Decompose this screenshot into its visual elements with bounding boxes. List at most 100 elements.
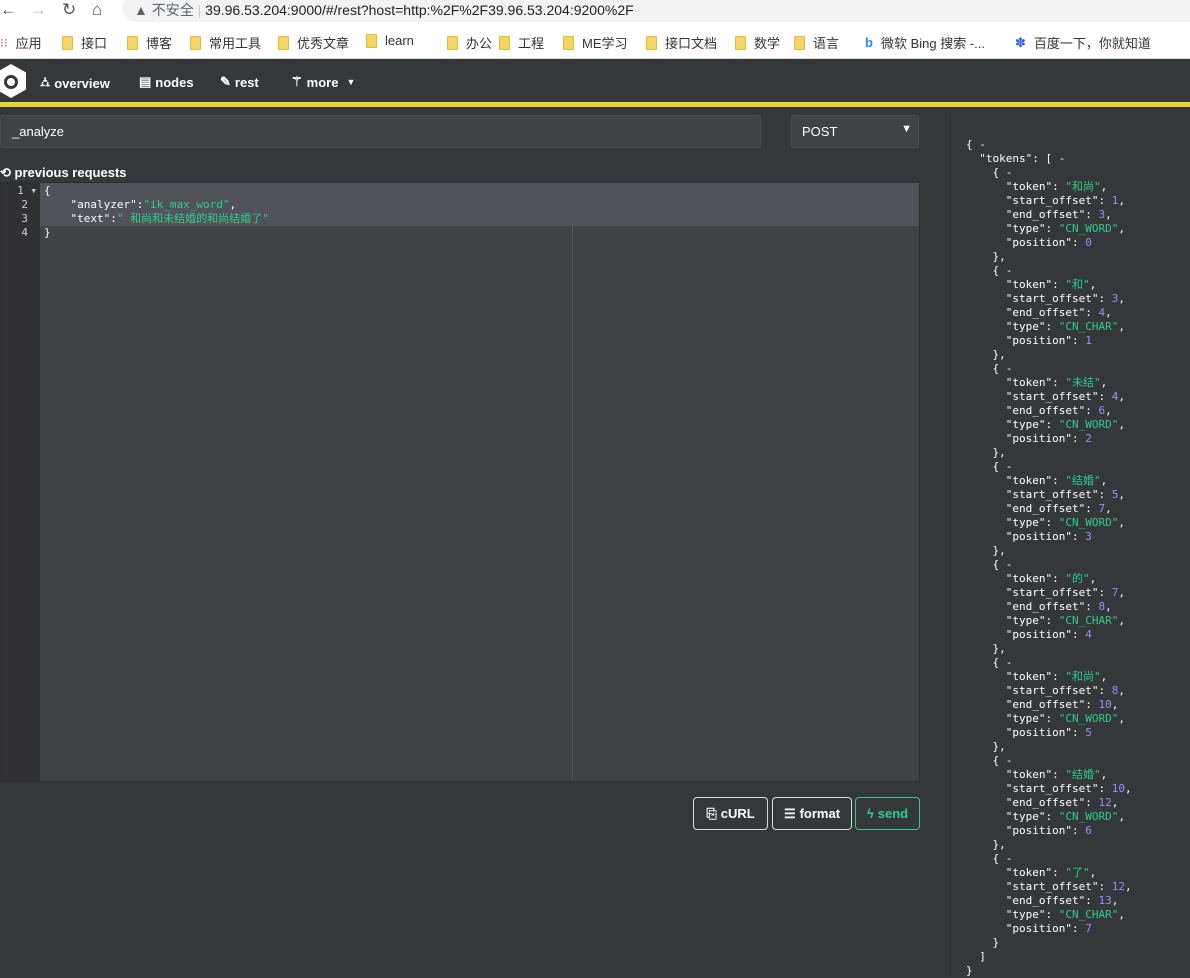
folder-icon <box>563 35 574 50</box>
nav-item-rest[interactable]: ✎ rest <box>220 74 259 90</box>
home-icon[interactable]: ⌂ <box>92 0 102 20</box>
position-value: 0 <box>1085 236 1092 249</box>
type-value: CN_WORD <box>1065 418 1112 431</box>
bookmark-label: 博客 <box>146 36 173 51</box>
json-line: "end_offset": 4, <box>966 306 1112 320</box>
bookmark-item[interactable]: 常用工具 <box>190 33 261 52</box>
reload-icon[interactable]: ↻ <box>62 0 76 20</box>
json-line: { - <box>966 460 1013 474</box>
json-text: " <box>1093 670 1101 683</box>
curl-button[interactable]: ⎘ cURL <box>693 797 768 830</box>
json-line: "type": "CN_WORD", <box>966 516 1125 530</box>
json-line: "token": "和", <box>966 278 1096 292</box>
bookmark-item[interactable]: 优秀文章 <box>278 33 349 52</box>
security-label: 不安全 <box>151 2 194 18</box>
json-line: "start_offset": 4, <box>966 390 1125 404</box>
back-icon[interactable]: ← <box>0 0 17 20</box>
bookmark-item[interactable]: 数学 <box>735 33 780 52</box>
line-number: 2 <box>21 198 28 211</box>
position-value: 6 <box>1085 824 1092 837</box>
bookmark-item[interactable]: ✽ 百度一下，你就知道 <box>1015 33 1151 52</box>
app-nav: ⛼ overview ▤ nodes ✎ rest ⚚ more ▼ <box>0 60 1190 102</box>
json-text: "start_offset": <box>1005 782 1112 795</box>
json-text: , <box>1089 278 1097 291</box>
send-button[interactable]: ϟ send <box>855 797 920 830</box>
bookmark-item[interactable]: b 微软 Bing 搜索 -... <box>865 33 985 52</box>
json-line: "start_offset": 1, <box>966 194 1125 208</box>
json-line: ] <box>966 950 986 964</box>
json-line: "end_offset": 6, <box>966 404 1112 418</box>
format-button[interactable]: ☰ format <box>772 797 852 830</box>
json-text: , <box>1124 782 1132 795</box>
json-line: "end_offset": 7, <box>966 502 1112 516</box>
nav-item-overview[interactable]: ⛼ overview <box>40 74 110 92</box>
json-text: "start_offset": <box>1005 586 1112 599</box>
token-value: 结婚 <box>1071 768 1094 781</box>
json-line: "type": "CN_WORD", <box>966 418 1125 432</box>
json-line: "token": "和尚", <box>966 670 1107 684</box>
json-line: } <box>966 964 973 978</box>
json-line: }, <box>966 250 1006 264</box>
address-bar[interactable]: ▲ 不安全 | 39.96.53.204:9000/#/rest?host=ht… <box>122 0 1190 22</box>
bookmark-item[interactable]: 工程 <box>499 33 544 52</box>
json-text: " <box>1082 572 1090 585</box>
json-text: " <box>1065 376 1072 389</box>
print-margin <box>572 226 573 781</box>
bookmark-label: 办公 <box>466 36 493 51</box>
position-value: 5 <box>1085 726 1092 739</box>
json-line: "end_offset": 8, <box>966 600 1112 614</box>
json-text: { - <box>992 558 1013 571</box>
path-input[interactable]: _analyze <box>0 115 761 148</box>
caret-down-icon: ▼ <box>346 77 356 87</box>
forward-icon[interactable]: → <box>30 0 47 20</box>
json-line: { - <box>966 166 1013 180</box>
type-value: CN_CHAR <box>1065 320 1112 333</box>
request-body-editor[interactable]: 1 ▾ 2 3 4 { "analyzer":"ik_max_word", "text… <box>0 182 920 782</box>
nav-item-nodes[interactable]: ▤ nodes <box>139 74 194 90</box>
type-value: CN_WORD <box>1065 712 1112 725</box>
bookmark-item[interactable]: ⁝⁝ 应用 <box>0 33 42 52</box>
json-line: "position": 0 <box>966 236 1092 250</box>
json-text: "end_offset": <box>1005 208 1099 221</box>
json-text: " <box>1093 768 1101 781</box>
json-text: " <box>1065 866 1072 879</box>
json-text: " <box>1065 278 1072 291</box>
bookmark-label: 微软 Bing 搜索 -... <box>880 36 985 51</box>
bookmark-item[interactable]: 办公 <box>447 33 492 52</box>
json-line: "start_offset": 7, <box>966 586 1125 600</box>
bookmark-item[interactable]: learn <box>366 33 414 48</box>
bookmark-item[interactable]: 博客 <box>127 33 172 52</box>
json-line: "token": "未结", <box>966 376 1107 390</box>
method-select[interactable]: POST ▼ <box>791 115 919 148</box>
nav-item-more[interactable]: ⚚ more ▼ <box>291 74 355 90</box>
token-value: 未结 <box>1071 376 1094 389</box>
code-punct: , <box>229 198 237 211</box>
json-text: , <box>1118 488 1125 501</box>
json-text: "type": <box>1005 712 1059 725</box>
json-line: { - <box>966 138 986 152</box>
code-string: " 和尚和未结婚的和尚结婚了" <box>116 212 269 225</box>
chevron-down-icon: ▼ <box>901 123 912 135</box>
bookmark-item[interactable]: 接口 <box>62 33 107 52</box>
json-text: " <box>1093 376 1101 389</box>
bookmark-label: 接口 <box>81 36 108 51</box>
json-line: "position": 4 <box>966 628 1092 642</box>
logo <box>0 64 26 98</box>
browser-toolbar: ← → ↻ ⌂ ▲ 不安全 | 39.96.53.204:9000/#/rest… <box>0 0 1190 22</box>
start-offset-value: 12 <box>1111 880 1125 893</box>
bookmark-item[interactable]: 语言 <box>794 33 839 52</box>
json-text: "position": <box>1005 432 1086 445</box>
json-text: , <box>1118 908 1125 921</box>
json-line: }, <box>966 348 1006 362</box>
json-text: , <box>1105 208 1112 221</box>
json-text: " <box>1093 180 1101 193</box>
previous-requests-link[interactable]: ⟲ previous requests <box>0 165 127 181</box>
json-text: " <box>1093 474 1101 487</box>
json-text: , <box>1118 418 1125 431</box>
bookmark-item[interactable]: 接口文档 <box>646 33 717 52</box>
bookmark-item[interactable]: ME学习 <box>563 33 628 52</box>
json-text: "position": <box>1005 530 1086 543</box>
json-text: , <box>1118 222 1125 235</box>
json-text: "token": <box>1005 670 1066 683</box>
json-text: "token": <box>1005 768 1066 781</box>
